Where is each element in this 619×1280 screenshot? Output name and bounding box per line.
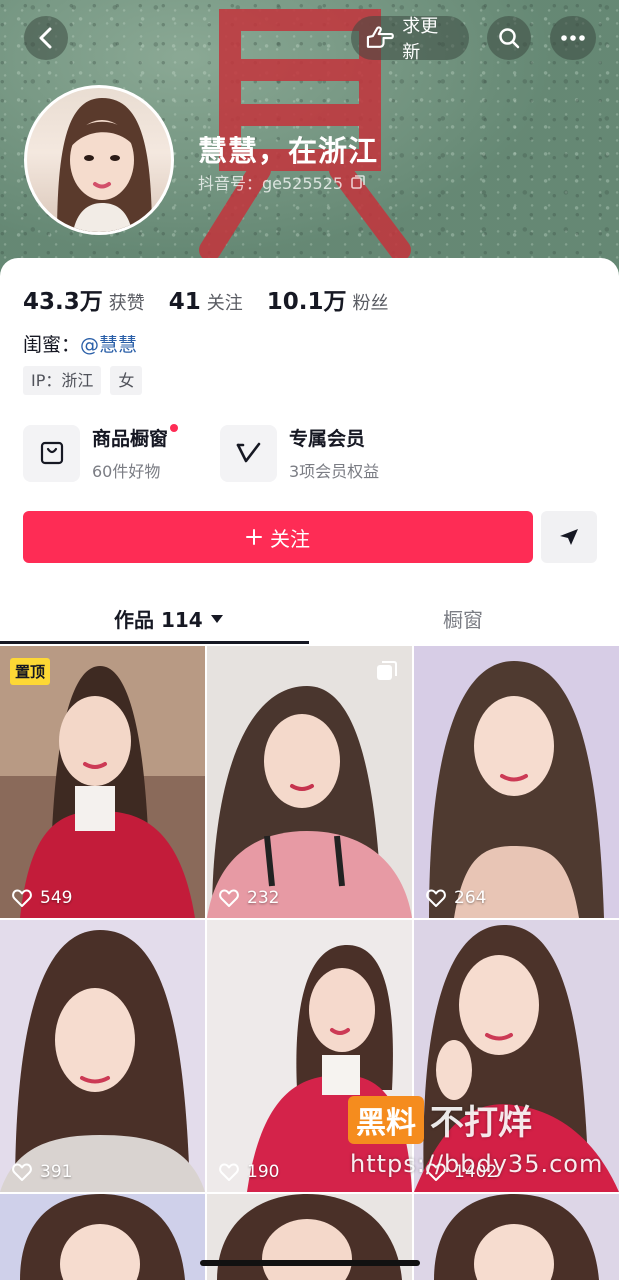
tag-ip: IP：浙江 [23,366,102,395]
request-update-button[interactable]: 求更新 [351,16,469,63]
search-icon [499,28,520,49]
member-title: 专属会员 [289,428,366,450]
shop-window-entry[interactable]: 商品橱窗 60件好物 [23,424,179,482]
video-likes-count: 549 [40,888,73,908]
video-thumbnail[interactable]: 置顶 549 [0,646,205,918]
member-icon-box [220,424,277,482]
content-tabs: 作品 114 橱窗 [0,588,619,646]
home-indicator[interactable] [200,1260,420,1266]
chevron-left-icon [39,27,52,49]
watermark-brand: 黑料 [348,1095,424,1144]
shopping-bag-icon [40,441,63,465]
copy-icon[interactable] [351,175,365,189]
video-likes: 391 [12,1162,72,1182]
video-cover [0,920,205,1192]
stat-followers[interactable]: 10.1万 粉丝 [267,282,389,316]
hand-point-icon [366,26,394,48]
follow-label: 关注 [270,526,310,551]
heart-icon [219,889,239,907]
more-button[interactable] [550,16,596,60]
video-likes-count: 264 [454,888,487,908]
video-likes-count: 391 [40,1162,73,1182]
video-thumbnail[interactable]: 391 [0,920,205,1192]
video-thumbnail[interactable] [0,1194,205,1280]
caret-down-icon [210,614,223,623]
shop-title-text: 商品橱窗 [92,428,169,450]
stat-followers-label: 粉丝 [352,293,389,314]
douyin-id: 抖音号：ge525525 [198,170,365,194]
notification-dot [170,424,179,432]
back-button[interactable] [24,16,68,60]
shop-icon-box [23,424,80,482]
shop-subtitle: 60件好物 [92,462,161,481]
nickname: 慧慧，在浙江 [198,134,379,168]
video-cover [414,646,619,918]
profile-stats: 43.3万 获赞 41 关注 10.1万 粉丝 [23,282,413,316]
follow-button[interactable]: 关注 [23,511,533,563]
watermark-text: 不打烊 [430,1103,532,1143]
watermark: 黑料 不打烊 [348,1095,532,1144]
video-thumbnail[interactable]: 232 [207,646,412,918]
bestie-mention[interactable]: @慧慧 [80,334,137,356]
search-button[interactable] [487,16,531,60]
vip-v-icon [236,442,260,463]
video-cover [0,1194,205,1280]
stat-following-value: 41 [168,289,201,315]
video-likes: 264 [426,888,486,908]
douyin-id-text: 抖音号：ge525525 [198,174,344,193]
bestie-line: 闺蜜：@慧慧 [23,330,137,357]
stat-following-label: 关注 [206,293,243,314]
video-cover [414,1194,619,1280]
more-dots-icon [561,35,585,41]
pinned-badge: 置顶 [10,658,51,685]
heart-icon [12,889,32,907]
stat-likes-label: 获赞 [108,293,145,314]
stat-followers-value: 10.1万 [266,289,347,315]
stat-following[interactable]: 41 关注 [169,289,243,315]
watermark-url: https://bbdy35.com [350,1150,604,1178]
stat-likes[interactable]: 43.3万 获赞 [23,282,145,316]
avatar-portrait [57,98,152,232]
video-cover [207,1194,412,1280]
video-thumbnail[interactable] [207,1194,412,1280]
multi-image-icon [377,661,397,680]
tab-shop-window[interactable]: 橱窗 [443,604,483,633]
membership-entry[interactable]: 专属会员 3项会员权益 [220,424,379,482]
member-subtitle: 3项会员权益 [289,462,380,481]
avatar[interactable] [24,85,174,235]
stat-likes-value: 43.3万 [23,289,103,315]
paper-plane-icon [560,529,578,545]
video-likes-count: 190 [247,1162,280,1182]
request-update-label: 求更新 [402,16,439,63]
heart-icon [219,1163,239,1181]
bestie-label: 闺蜜： [23,334,81,356]
video-likes: 232 [219,888,279,908]
video-thumbnail[interactable] [414,1194,619,1280]
plus-icon [246,529,262,545]
profile-banner: 求更新 慧慧，在浙江 抖音号：ge525525 [0,0,619,290]
tab-works-label: 作品 114 [114,608,203,632]
video-likes-count: 232 [247,888,280,908]
tab-works[interactable]: 作品 114 [114,604,223,633]
shop-title: 商品橱窗 [92,424,179,451]
video-cover [207,646,412,918]
heart-icon [12,1163,32,1181]
send-message-button[interactable] [541,511,597,563]
heart-icon [426,889,446,907]
active-tab-indicator [0,641,309,644]
video-likes: 190 [219,1162,279,1182]
video-thumbnail[interactable]: 264 [414,646,619,918]
profile-tags: IP：浙江 女 [23,366,143,395]
video-cover [0,646,205,918]
video-likes: 549 [12,888,72,908]
tag-gender: 女 [110,366,143,395]
